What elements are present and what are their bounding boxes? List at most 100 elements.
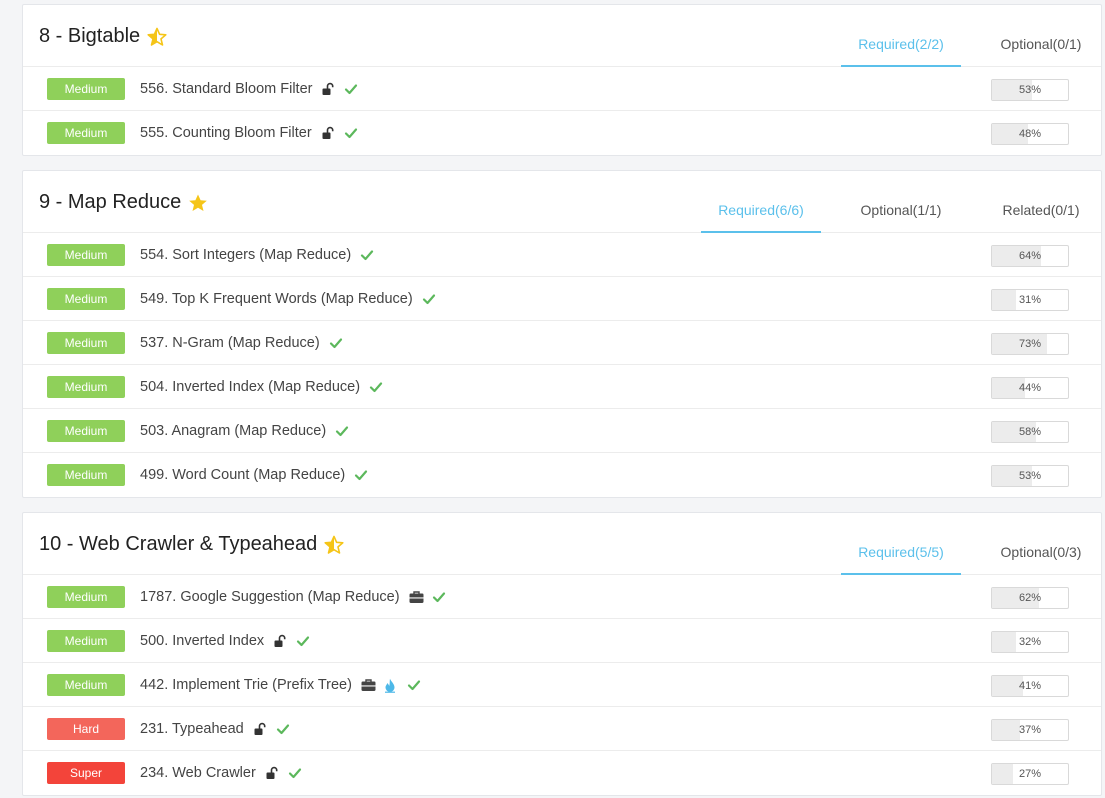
check-icon (335, 424, 349, 438)
check-icon (407, 678, 421, 692)
section-title: 9 - Map Reduce (39, 191, 208, 214)
difficulty-badge: Medium (47, 244, 125, 266)
acceptance-rate-bar: 27% (991, 763, 1069, 785)
unlock-icon (321, 82, 335, 96)
acceptance-rate-text: 58% (1018, 426, 1042, 438)
check-icon (276, 722, 290, 736)
problem-row: Medium 500. Inverted Index 32% (23, 619, 1101, 663)
tab-required[interactable]: Required(2/2) (841, 5, 961, 67)
acceptance-rate-bar: 58% (991, 421, 1069, 443)
problem-title: 499. Word Count (Map Reduce) (140, 453, 368, 497)
problem-link[interactable]: 499. Word Count (Map Reduce) (140, 467, 345, 483)
tab-optional[interactable]: Optional(1/1) (841, 171, 961, 233)
section-header: 8 - Bigtable Required(2/2) Optional(0/1) (23, 5, 1101, 67)
acceptance-rate-text: 62% (1018, 592, 1042, 604)
unlock-icon (253, 722, 267, 736)
tab-optional[interactable]: Optional(0/3) (981, 513, 1101, 575)
difficulty-badge: Medium (47, 376, 125, 398)
problem-link[interactable]: 234. Web Crawler (140, 765, 256, 781)
difficulty-badge: Medium (47, 586, 125, 608)
difficulty-badge: Hard (47, 718, 125, 740)
problem-title: 442. Implement Trie (Prefix Tree) (140, 663, 421, 707)
briefcase-icon (409, 590, 424, 604)
check-icon (344, 82, 358, 96)
section-tabs: Required(2/2) Optional(0/1) (821, 5, 1101, 67)
check-icon (422, 292, 436, 306)
difficulty-badge: Medium (47, 332, 125, 354)
section-tabs: Required(5/5) Optional(0/3) (821, 513, 1101, 575)
problem-title: 549. Top K Frequent Words (Map Reduce) (140, 277, 436, 321)
problem-row: Medium 549. Top K Frequent Words (Map Red… (23, 277, 1101, 321)
problem-link[interactable]: 231. Typeahead (140, 721, 244, 737)
acceptance-rate-bar: 53% (991, 79, 1069, 101)
problem-row: Medium 1787. Google Suggestion (Map Reduc… (23, 575, 1101, 619)
problem-row: Medium 503. Anagram (Map Reduce) 58% (23, 409, 1101, 453)
problem-row: Medium 499. Word Count (Map Reduce) 53% (23, 453, 1101, 497)
section-title-text: 9 - Map Reduce (39, 191, 182, 213)
problem-link[interactable]: 1787. Google Suggestion (Map Reduce) (140, 589, 400, 605)
problem-link[interactable]: 555. Counting Bloom Filter (140, 125, 312, 141)
problem-title: 503. Anagram (Map Reduce) (140, 409, 349, 453)
acceptance-rate-text: 73% (1018, 338, 1042, 350)
problem-title: 555. Counting Bloom Filter (140, 111, 358, 155)
difficulty-badge: Medium (47, 78, 125, 100)
problem-title: 500. Inverted Index (140, 619, 310, 663)
check-icon (354, 468, 368, 482)
problem-row: Hard 231. Typeahead 37% (23, 707, 1101, 751)
section-title: 8 - Bigtable (39, 25, 167, 48)
tab-optional[interactable]: Optional(0/1) (981, 5, 1101, 67)
briefcase-icon (361, 678, 376, 692)
star-icon[interactable] (188, 193, 208, 213)
acceptance-rate-bar: 31% (991, 289, 1069, 311)
section-card: 10 - Web Crawler & Typeahead Required(5/5… (22, 512, 1102, 796)
problem-link[interactable]: 503. Anagram (Map Reduce) (140, 423, 326, 439)
acceptance-rate-text: 44% (1018, 382, 1042, 394)
section-card: 9 - Map Reduce Required(6/6) Optional(1/1)… (22, 170, 1102, 498)
problem-row: Medium 556. Standard Bloom Filter 53% (23, 67, 1101, 111)
flame-icon (384, 678, 398, 693)
problem-title: 231. Typeahead (140, 707, 290, 751)
difficulty-badge: Medium (47, 674, 125, 696)
problem-title: 504. Inverted Index (Map Reduce) (140, 365, 383, 409)
acceptance-rate-bar: 41% (991, 675, 1069, 697)
acceptance-rate-text: 53% (1018, 84, 1042, 96)
difficulty-badge: Super (47, 762, 125, 784)
section-header: 10 - Web Crawler & Typeahead Required(5/5… (23, 513, 1101, 575)
acceptance-rate-bar: 48% (991, 123, 1069, 145)
acceptance-rate-bar: 37% (991, 719, 1069, 741)
acceptance-rate-text: 31% (1018, 294, 1042, 306)
acceptance-rate-text: 41% (1018, 680, 1042, 692)
problem-row: Medium 555. Counting Bloom Filter 48% (23, 111, 1101, 155)
check-icon (369, 380, 383, 394)
unlock-icon (265, 766, 279, 780)
check-icon (288, 766, 302, 780)
acceptance-rate-text: 48% (1018, 128, 1042, 140)
problem-link[interactable]: 556. Standard Bloom Filter (140, 81, 312, 97)
problem-title: 537. N-Gram (Map Reduce) (140, 321, 343, 365)
problem-link[interactable]: 549. Top K Frequent Words (Map Reduce) (140, 291, 413, 307)
check-icon (296, 634, 310, 648)
section-tabs: Required(6/6) Optional(1/1) Related(0/1) (681, 171, 1101, 233)
section-title-text: 8 - Bigtable (39, 25, 141, 47)
half-star-icon[interactable] (324, 535, 344, 555)
problem-row: Super 234. Web Crawler 27% (23, 751, 1101, 795)
tab-required[interactable]: Required(6/6) (701, 171, 821, 233)
problem-title: 234. Web Crawler (140, 751, 302, 795)
section-card: 8 - Bigtable Required(2/2) Optional(0/1) Me… (22, 4, 1102, 156)
problem-link[interactable]: 442. Implement Trie (Prefix Tree) (140, 677, 352, 693)
check-icon (329, 336, 343, 350)
difficulty-badge: Medium (47, 464, 125, 486)
problem-title: 1787. Google Suggestion (Map Reduce) (140, 575, 446, 619)
acceptance-rate-bar: 44% (991, 377, 1069, 399)
problem-link[interactable]: 554. Sort Integers (Map Reduce) (140, 247, 351, 263)
acceptance-rate-bar: 32% (991, 631, 1069, 653)
acceptance-rate-bar: 53% (991, 465, 1069, 487)
section-title-text: 10 - Web Crawler & Typeahead (39, 533, 318, 555)
problem-link[interactable]: 500. Inverted Index (140, 633, 264, 649)
tab-related[interactable]: Related(0/1) (981, 171, 1101, 233)
problem-link[interactable]: 537. N-Gram (Map Reduce) (140, 335, 320, 351)
half-star-icon[interactable] (147, 27, 167, 47)
tab-required[interactable]: Required(5/5) (841, 513, 961, 575)
problem-link[interactable]: 504. Inverted Index (Map Reduce) (140, 379, 360, 395)
check-icon (344, 126, 358, 140)
